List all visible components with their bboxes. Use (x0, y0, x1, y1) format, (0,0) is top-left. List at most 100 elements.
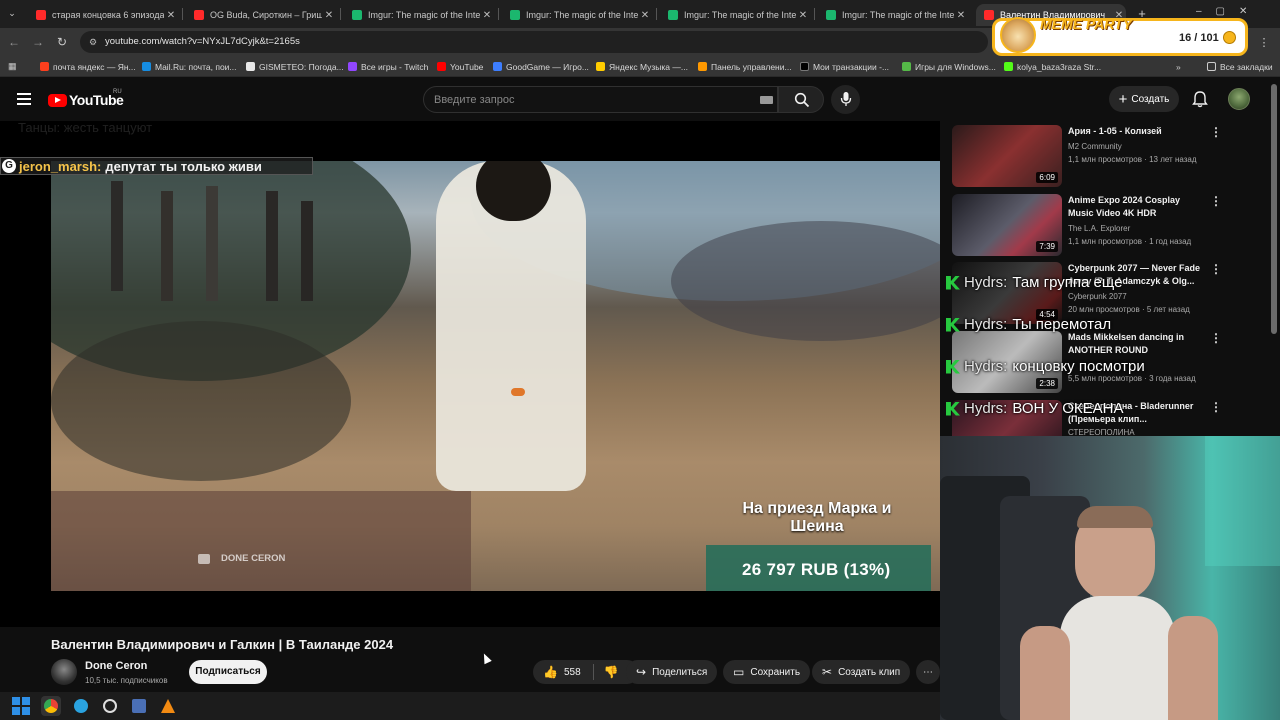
windows-start-icon[interactable] (11, 696, 31, 716)
bookmark-item[interactable]: YouTube (437, 60, 483, 73)
recommended-title[interactable]: Anime Expo 2024 Cosplay Music Video 4K H… (1068, 194, 1208, 220)
more-vertical-icon[interactable]: ⋮ (1210, 262, 1222, 276)
forward-arrow-icon[interactable]: → (30, 34, 46, 50)
account-avatar[interactable] (1228, 88, 1250, 110)
donation-goal-text: 26 797 RUB (13%) (742, 560, 891, 579)
browser-tab[interactable]: Imgur: The magic of the Intern ✕ (344, 4, 494, 26)
tab-close-icon[interactable]: ✕ (164, 10, 178, 21)
recommended-meta: 1,1 млн просмотров · 1 год назад (1068, 237, 1192, 246)
channel-name[interactable]: Done Ceron (85, 660, 147, 672)
all-bookmarks-button[interactable]: Все закладки (1207, 60, 1273, 73)
region-label: RU (113, 89, 122, 95)
mouse-cursor-icon (480, 651, 492, 665)
recommended-channel[interactable]: The L.A. Explorer (1068, 224, 1130, 233)
vlc-taskbar-icon[interactable] (158, 696, 178, 716)
video-thumbnail[interactable]: 6:09 (952, 125, 1062, 187)
hamburger-menu-icon[interactable] (17, 93, 31, 105)
chrome-taskbar-icon[interactable] (41, 696, 61, 716)
bookmark-item[interactable]: Игры для Windows... (902, 60, 996, 73)
video-duration: 7:39 (1036, 241, 1058, 252)
tab-search-chevron-icon[interactable]: ⌄ (6, 8, 18, 20)
tab-close-icon[interactable]: ✕ (638, 10, 652, 21)
recommended-channel[interactable]: M2 Community (1068, 142, 1122, 151)
telegram-taskbar-icon[interactable] (71, 696, 91, 716)
recommended-video[interactable]: 6:09 Ария - 1-05 - Колизей M2 Community … (952, 125, 1222, 189)
browser-tab[interactable]: OG Buda, Сироткин – Гриша С ✕ (186, 4, 336, 26)
recommended-channel[interactable]: Cyberpunk 2077 (1068, 292, 1127, 301)
tab-title: Imgur: The magic of the Intern (368, 10, 480, 20)
windows-games-icon (902, 62, 911, 71)
overlay-chat-text: концовку посмотри (1012, 358, 1145, 375)
bookmark-item[interactable]: Яндекс Музыка —... (596, 60, 688, 73)
channel-avatar[interactable] (51, 659, 77, 685)
more-actions-button[interactable]: ⋯ (916, 660, 940, 684)
like-count[interactable]: 558 (564, 667, 581, 678)
browser-tab[interactable]: Imgur: The magic of the Intern ✕ (502, 4, 652, 26)
thumbs-down-icon[interactable]: 👎 (604, 665, 619, 679)
overlay-chat-text: ВОН У ОКЕАНА (1012, 400, 1124, 417)
more-vertical-icon[interactable]: ⋮ (1210, 125, 1222, 139)
bookmark-item[interactable]: Панель управлени... (698, 60, 792, 73)
tab-close-icon[interactable]: ✕ (796, 10, 810, 21)
video-thumbnail[interactable]: 4:54 (952, 262, 1062, 324)
apps-grid-icon[interactable]: ▦ (8, 61, 19, 72)
bookmark-label: Мои транзакции -... (813, 61, 890, 72)
reload-icon[interactable]: ↻ (54, 34, 70, 50)
recommended-title[interactable]: Ария - 1-05 - Колизей (1068, 125, 1208, 138)
overlay-chat-message: Hydrs: Ты перемотал (946, 316, 1111, 333)
webcam-feed (940, 436, 1280, 720)
more-vertical-icon[interactable]: ⋮ (1210, 331, 1222, 345)
browser-menu-icon[interactable]: ⋮ (1258, 36, 1270, 49)
bookmark-item[interactable]: Все игры - Twitch (348, 60, 428, 73)
tab-close-icon[interactable]: ✕ (954, 10, 968, 21)
overlay-chat-username: Hydrs: (964, 274, 1008, 291)
back-arrow-icon[interactable]: ← (6, 34, 22, 50)
video-watermark: DONE CERON (221, 553, 286, 564)
bookmark-item[interactable]: Мои транзакции -... (800, 60, 889, 73)
site-info-icon[interactable]: ⚙ (87, 36, 99, 48)
url-text[interactable]: youtube.com/watch?v=NYxJL7dCyjk&t=2165s (105, 36, 300, 47)
kick-logo-icon (946, 359, 960, 374)
page-scrollbar[interactable] (1270, 84, 1278, 434)
search-input[interactable]: Введите запрос (423, 86, 778, 113)
search-button[interactable] (778, 86, 824, 113)
recommended-channel[interactable]: СТЕРЕОПОЛИНА (1068, 428, 1135, 436)
thumbs-up-icon[interactable]: 👍 (543, 665, 558, 679)
browser-tab[interactable]: старая концовка 6 эпизода - ✕ (28, 4, 178, 26)
video-caption: На приезд Марка и Шеина (742, 500, 892, 535)
more-vertical-icon[interactable]: ⋮ (1210, 400, 1222, 414)
share-button[interactable]: ↪ Поделиться (626, 660, 718, 684)
tab-title: Imgur: The magic of the Intern (684, 10, 796, 20)
voice-search-button[interactable] (831, 85, 860, 114)
youtube-logo-icon[interactable] (48, 94, 67, 107)
tab-close-icon[interactable]: ✕ (322, 10, 336, 21)
recommended-video[interactable]: 7:39 Anime Expo 2024 Cosplay Music Video… (952, 194, 1222, 258)
keyboard-icon[interactable] (760, 96, 773, 104)
tab-favicon-icon (826, 10, 836, 20)
recommended-title[interactable]: Mads Mikkelsen dancing in ANOTHER ROUND (1068, 331, 1208, 357)
subscriber-count: 10,5 тыс. подписчиков (85, 676, 168, 685)
save-button[interactable]: ▭ Сохранить (723, 660, 811, 684)
bookmark-item[interactable]: GISMETEO: Погода... (246, 60, 344, 73)
mailru-icon (142, 62, 151, 71)
overlay-chat-message: Hydrs: Там группа еще (946, 274, 1122, 291)
bookmark-item[interactable]: kolya_baza3raza Str... (1004, 60, 1101, 73)
bookmark-item[interactable]: GoodGame — Игро... (493, 60, 589, 73)
create-button[interactable]: + Создать (1109, 86, 1179, 112)
bookmarks-overflow-icon[interactable]: » (1176, 60, 1181, 73)
video-duration: 6:09 (1036, 172, 1058, 183)
obs-taskbar-icon[interactable] (100, 696, 120, 716)
ghost-overlay-text: Танцы: жесть танцуют (18, 120, 153, 135)
save-disk-taskbar-icon[interactable] (129, 696, 149, 716)
more-vertical-icon[interactable]: ⋮ (1210, 194, 1222, 208)
bookmark-item[interactable]: почта яндекс — Ян... (40, 60, 136, 73)
bookmark-item[interactable]: Mail.Ru: почта, пои... (142, 60, 237, 73)
clip-button[interactable]: ✂ Создать клип (812, 660, 911, 684)
browser-tab[interactable]: Imgur: The magic of the Intern ✕ (818, 4, 968, 26)
browser-tab[interactable]: Imgur: The magic of the Intern ✕ (660, 4, 810, 26)
address-bar[interactable]: ⚙ youtube.com/watch?v=NYxJL7dCyjk&t=2165… (80, 31, 988, 53)
subscribe-button[interactable]: Подписаться (189, 660, 267, 684)
video-thumbnail[interactable]: 7:39 (952, 194, 1062, 256)
tab-close-icon[interactable]: ✕ (480, 10, 494, 21)
notifications-bell-icon[interactable] (1192, 90, 1208, 108)
